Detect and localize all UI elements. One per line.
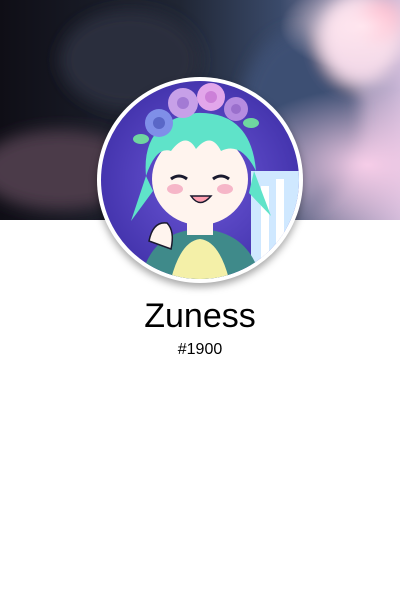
profile-card: Zuness #1900: [0, 0, 400, 600]
username: Zuness: [144, 297, 256, 335]
avatar-frame[interactable]: [97, 77, 303, 283]
user-discriminator: #1900: [177, 341, 223, 358]
anime-avatar-icon: [101, 81, 299, 279]
avatar[interactable]: [101, 81, 299, 279]
